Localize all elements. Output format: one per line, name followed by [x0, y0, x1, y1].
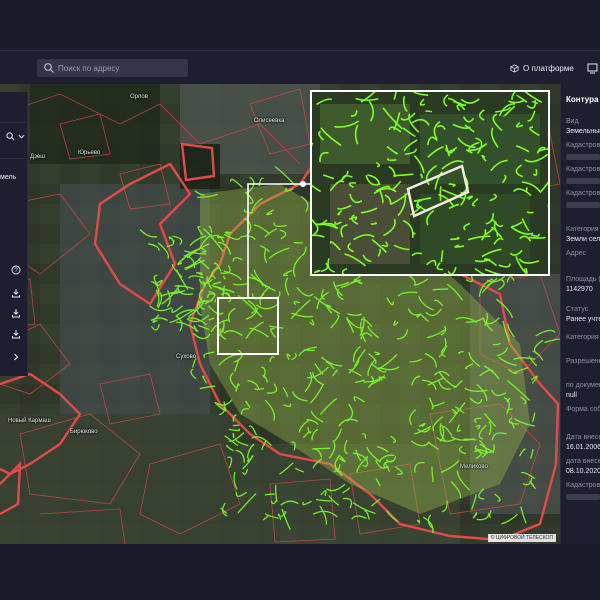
field-label: по докумен	[566, 382, 600, 389]
map-label: Юрьево	[78, 150, 101, 156]
search-icon[interactable]	[6, 131, 15, 141]
help-icon: ?	[11, 265, 21, 275]
download-icon	[12, 330, 20, 339]
field-label: Вид	[566, 118, 579, 125]
bottom-area	[0, 544, 600, 600]
map-label: Бирюково	[70, 429, 98, 435]
panel-search-row[interactable]	[0, 128, 28, 144]
map-label: Орлов	[130, 94, 148, 100]
field-label: Кадастрово	[566, 190, 600, 197]
top-bar: О платформе	[0, 50, 600, 84]
field-label: Статус	[566, 306, 589, 313]
field-value: 16.01.2006	[566, 444, 600, 451]
map-label: Новый Кармаш	[8, 418, 51, 424]
field-label: Категория	[566, 334, 599, 341]
map-label: Сухово	[176, 354, 197, 360]
field-label: Кадастрово	[566, 142, 600, 149]
map-credit: © ЦИФРОВОЙ ТЕЛЕСКОП	[487, 534, 556, 542]
contour-info-panel: Контура Вид Земельный Кадастрово Кадастрово…	[560, 84, 600, 544]
about-platform-link[interactable]: О платформе	[510, 61, 574, 75]
field-label: Разрешенн	[566, 358, 600, 365]
field-label: Кадастрово	[566, 166, 600, 173]
field-label: дата внесе	[566, 458, 600, 465]
chevron-down-icon[interactable]	[17, 132, 26, 141]
layers-icon[interactable]	[586, 61, 600, 75]
field-value: Ранее учте	[566, 316, 600, 323]
map-label: Дзеш	[30, 154, 46, 160]
app-window: О платформе	[0, 0, 600, 600]
about-platform-label: О платформе	[523, 63, 574, 73]
download-icon	[12, 309, 20, 318]
search-icon	[44, 63, 54, 73]
divider	[0, 158, 28, 159]
field-value: 08.10.2020	[566, 468, 600, 475]
redacted-value	[566, 202, 600, 208]
field-label: Дата внесе	[566, 434, 600, 441]
satellite-map[interactable]: Орлов Юрьево Дзеш Олисеевка Новый Кармаш…	[0, 84, 560, 544]
field-label: Форма собс	[566, 406, 600, 413]
address-search[interactable]	[37, 59, 188, 77]
panel-layer-label[interactable]: мель	[0, 174, 16, 181]
field-value: Земельный	[566, 128, 600, 135]
field-value: 1142970	[566, 286, 593, 293]
field-value: null	[566, 392, 577, 399]
redacted-value	[566, 154, 600, 160]
redacted-value	[566, 494, 600, 500]
field-value: Земли сель	[566, 236, 600, 243]
field-label: Кадастрово	[566, 482, 600, 489]
map-label: Олисеевка	[254, 118, 285, 124]
map-label: Мелихово	[460, 464, 488, 470]
download-button[interactable]	[10, 307, 22, 319]
divider	[0, 122, 28, 123]
expand-button[interactable]	[10, 351, 22, 363]
panel-title: Контура	[566, 95, 599, 104]
field-label: Площадь (к	[566, 276, 600, 283]
help-button[interactable]: ?	[10, 264, 22, 276]
download-button[interactable]	[10, 287, 22, 299]
cube-icon	[510, 63, 519, 73]
download-button[interactable]	[10, 328, 22, 340]
redacted-value	[566, 178, 600, 184]
field-label: Адрес	[566, 250, 587, 257]
chevron-right-icon	[14, 353, 19, 361]
field-label: Категория	[566, 226, 599, 233]
left-panel: мель ?	[0, 92, 28, 376]
download-icon	[12, 289, 20, 298]
search-input[interactable]	[58, 63, 178, 73]
